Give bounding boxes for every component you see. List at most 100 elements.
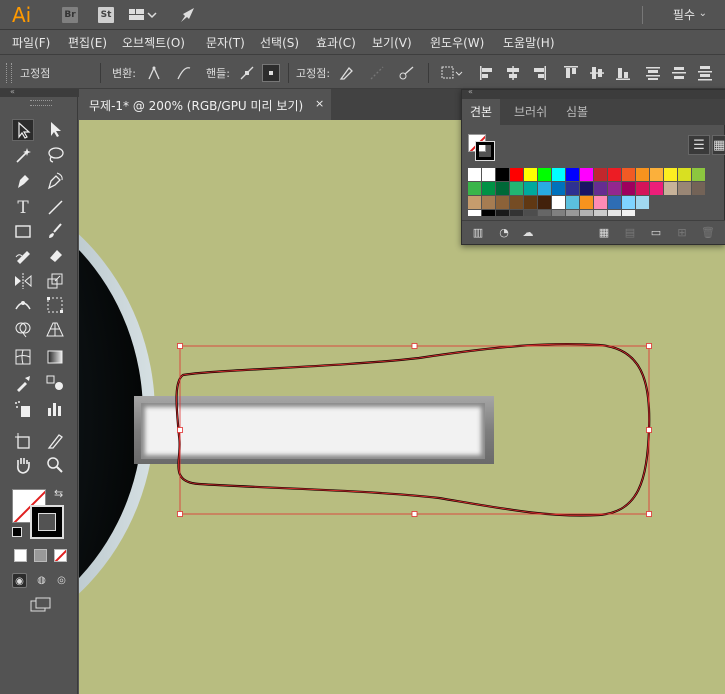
menu-view[interactable]: 보기(V) (372, 34, 412, 51)
color-swatch[interactable] (468, 196, 481, 209)
reflect-tool-icon[interactable] (12, 271, 34, 293)
color-swatch[interactable] (482, 210, 495, 216)
color-swatch[interactable] (650, 168, 663, 181)
list-view-icon[interactable]: ☰ (688, 135, 710, 155)
free-transform-tool-icon[interactable] (44, 295, 66, 317)
pen-tool-icon[interactable] (12, 171, 34, 193)
convert-smooth-icon[interactable] (175, 64, 193, 82)
type-tool-icon[interactable]: T (12, 197, 34, 219)
menu-object[interactable]: 오브젝트(O) (122, 34, 185, 51)
control-bar-grip[interactable] (6, 63, 12, 83)
menu-select[interactable]: 선택(S) (260, 34, 299, 51)
default-fill-stroke-icon[interactable] (12, 527, 22, 537)
swap-fill-stroke-icon[interactable]: ⇆ (54, 487, 63, 500)
cut-path-icon[interactable] (398, 64, 416, 82)
mesh-tool-icon[interactable] (12, 347, 34, 369)
color-swatch[interactable] (510, 196, 523, 209)
menu-help[interactable]: 도움말(H) (503, 34, 555, 51)
swatch-library-icon[interactable]: ▥ (470, 225, 486, 241)
color-swatch[interactable] (552, 182, 565, 195)
color-swatch[interactable] (482, 196, 495, 209)
shaper-tool-icon[interactable] (12, 245, 34, 267)
color-swatch[interactable] (608, 182, 621, 195)
bridge-button[interactable]: Br (62, 7, 78, 23)
tab-swatches[interactable]: 견본 (462, 99, 501, 125)
align-middle-icon[interactable] (588, 64, 606, 82)
hide-handles-icon[interactable] (262, 64, 280, 82)
align-right-icon[interactable] (530, 64, 548, 82)
color-swatch[interactable] (664, 182, 677, 195)
remove-anchor-icon[interactable] (337, 64, 355, 82)
color-swatch[interactable] (594, 182, 607, 195)
color-swatch[interactable] (636, 196, 649, 209)
blend-tool-icon[interactable] (44, 373, 66, 395)
perspective-grid-tool-icon[interactable] (44, 319, 66, 341)
column-graph-tool-icon[interactable] (44, 399, 66, 421)
new-color-group-icon[interactable]: ▭ (648, 225, 664, 241)
slice-tool-icon[interactable] (44, 431, 66, 453)
hand-tool-icon[interactable] (12, 455, 34, 477)
show-handles-icon[interactable] (238, 64, 256, 82)
color-swatch[interactable] (496, 168, 509, 181)
color-mode-icon[interactable] (14, 549, 27, 562)
thumbnail-view-icon[interactable]: ▦ (712, 135, 725, 155)
connect-anchors-icon[interactable] (368, 64, 386, 82)
menu-file[interactable]: 파일(F) (12, 34, 50, 51)
color-swatch[interactable] (538, 196, 551, 209)
color-swatch[interactable] (524, 210, 537, 216)
gradient-mode-icon[interactable] (34, 549, 47, 562)
rectangle-tool-icon[interactable] (12, 221, 34, 243)
draw-behind-icon[interactable]: ◍ (34, 573, 49, 588)
color-swatch[interactable] (580, 168, 593, 181)
color-swatch[interactable] (524, 168, 537, 181)
eyedropper-tool-icon[interactable] (12, 373, 34, 395)
eraser-tool-icon[interactable] (44, 245, 66, 267)
menu-type[interactable]: 문자(T) (206, 34, 245, 51)
selection-bounds-icon[interactable] (440, 64, 464, 82)
selection-tool-icon[interactable] (12, 119, 34, 141)
artboard-tool-icon[interactable] (12, 431, 34, 453)
color-swatch[interactable] (678, 182, 691, 195)
color-swatch[interactable] (580, 210, 593, 216)
color-swatch[interactable] (566, 210, 579, 216)
symbol-sprayer-tool-icon[interactable] (12, 399, 34, 421)
align-bottom-icon[interactable] (614, 64, 632, 82)
collapse-panel-icon[interactable]: « (468, 87, 473, 96)
close-icon[interactable]: × (315, 97, 324, 110)
color-swatch[interactable] (608, 210, 621, 216)
color-swatch[interactable] (566, 168, 579, 181)
menu-edit[interactable]: 편집(E) (68, 34, 107, 51)
color-swatch[interactable] (482, 182, 495, 195)
color-swatch[interactable] (622, 210, 635, 216)
align-left-icon[interactable] (478, 64, 496, 82)
chevron-down-icon[interactable]: ⌄ (699, 8, 707, 19)
line-tool-icon[interactable] (44, 197, 66, 219)
lasso-tool-icon[interactable] (44, 145, 66, 167)
distribute-top-icon[interactable] (644, 64, 662, 82)
color-swatch[interactable] (538, 182, 551, 195)
color-swatch[interactable] (538, 210, 551, 216)
color-swatch[interactable] (636, 168, 649, 181)
tab-symbols[interactable]: 심볼 (558, 99, 596, 125)
panel-stroke-swatch[interactable] (475, 141, 495, 161)
color-swatch[interactable] (510, 168, 523, 181)
width-tool-icon[interactable] (12, 295, 34, 317)
distribute-center-icon[interactable] (670, 64, 688, 82)
stroke-color-swatch[interactable] (30, 505, 64, 539)
color-swatch[interactable] (566, 196, 579, 209)
color-swatch[interactable] (482, 168, 495, 181)
color-swatch[interactable] (664, 168, 677, 181)
tab-brushes[interactable]: 브러쉬 (506, 99, 555, 125)
rocket-icon[interactable] (178, 5, 198, 25)
stock-button[interactable]: St (98, 7, 114, 23)
color-swatch[interactable] (496, 210, 509, 216)
zoom-tool-icon[interactable] (44, 455, 66, 477)
color-group-icon[interactable]: ▤ (622, 225, 638, 241)
color-swatch[interactable] (594, 210, 607, 216)
screen-mode-icon[interactable] (30, 597, 52, 613)
color-swatch[interactable] (678, 168, 691, 181)
paintbrush-tool-icon[interactable] (44, 221, 66, 243)
none-mode-icon[interactable] (54, 549, 67, 562)
color-swatch[interactable] (594, 196, 607, 209)
color-swatch[interactable] (524, 196, 537, 209)
